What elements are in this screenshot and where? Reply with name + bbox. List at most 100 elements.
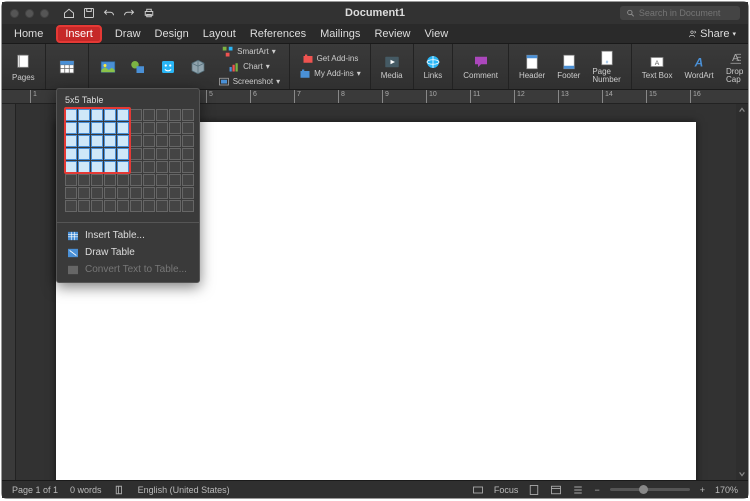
table-grid-cell[interactable]	[104, 187, 116, 199]
close-dot[interactable]	[10, 9, 19, 18]
wordart-button[interactable]: A WordArt	[680, 51, 717, 82]
table-grid-cell[interactable]	[130, 161, 142, 173]
table-grid-cell[interactable]	[143, 174, 155, 186]
table-grid-cell[interactable]	[78, 161, 90, 173]
table-grid-cell[interactable]	[182, 174, 194, 186]
table-grid-cell[interactable]	[117, 187, 129, 199]
table-grid-cell[interactable]	[65, 109, 77, 121]
table-grid-cell[interactable]	[169, 174, 181, 186]
print-icon[interactable]	[143, 7, 155, 19]
table-grid-cell[interactable]	[156, 174, 168, 186]
tab-view[interactable]: View	[425, 28, 449, 40]
table-grid-cell[interactable]	[182, 148, 194, 160]
ruler-vertical[interactable]	[2, 104, 16, 480]
table-grid-cell[interactable]	[91, 187, 103, 199]
tab-review[interactable]: Review	[374, 28, 410, 40]
pages-button[interactable]: Pages	[8, 49, 39, 84]
table-grid-cell[interactable]	[169, 122, 181, 134]
table-grid-cell[interactable]	[130, 148, 142, 160]
table-grid-cell[interactable]	[156, 122, 168, 134]
page-number-button[interactable]: # Page Number	[588, 47, 624, 86]
view-print-icon[interactable]	[528, 484, 540, 496]
table-grid-cell[interactable]	[156, 109, 168, 121]
share-button[interactable]: Share ▾	[687, 28, 736, 40]
table-grid-cell[interactable]	[143, 148, 155, 160]
my-addins-button[interactable]: My Add-ins▾	[296, 67, 364, 81]
search-box[interactable]	[620, 6, 740, 20]
table-grid-cell[interactable]	[78, 187, 90, 199]
table-grid-cell[interactable]	[130, 200, 142, 212]
table-grid-cell[interactable]	[130, 109, 142, 121]
table-grid-cell[interactable]	[143, 109, 155, 121]
table-grid-cell[interactable]	[169, 161, 181, 173]
zoom-slider[interactable]	[610, 488, 690, 491]
smartart-button[interactable]: SmartArt▾	[215, 45, 283, 59]
tab-draw[interactable]: Draw	[115, 28, 141, 40]
table-grid-cell[interactable]	[91, 135, 103, 147]
focus-label[interactable]: Focus	[494, 485, 519, 495]
table-grid-cell[interactable]	[104, 148, 116, 160]
table-grid-cell[interactable]	[169, 148, 181, 160]
table-grid-cell[interactable]	[117, 135, 129, 147]
focus-icon[interactable]	[472, 484, 484, 496]
tab-home[interactable]: Home	[14, 28, 43, 40]
screenshot-button[interactable]: Screenshot▾	[215, 75, 283, 89]
table-grid-cell[interactable]	[78, 174, 90, 186]
zoom-dot[interactable]	[40, 9, 49, 18]
chart-button[interactable]: Chart▾	[215, 60, 283, 74]
table-grid-cell[interactable]	[169, 200, 181, 212]
table-grid-cell[interactable]	[91, 161, 103, 173]
scroll-up-icon[interactable]	[738, 106, 746, 114]
undo-icon[interactable]	[103, 7, 115, 19]
table-grid-cell[interactable]	[143, 122, 155, 134]
scroll-down-icon[interactable]	[738, 470, 746, 478]
zoom-value[interactable]: 170%	[715, 485, 738, 495]
search-input[interactable]	[639, 8, 734, 18]
table-grid-cell[interactable]	[156, 200, 168, 212]
header-button[interactable]: Header	[515, 51, 549, 82]
table-grid-cell[interactable]	[117, 161, 129, 173]
view-outline-icon[interactable]	[572, 484, 584, 496]
tab-mailings[interactable]: Mailings	[320, 28, 360, 40]
table-grid-cell[interactable]	[156, 135, 168, 147]
draw-table-item[interactable]: Draw Table	[57, 244, 199, 261]
get-addins-button[interactable]: Get Add-ins	[296, 52, 364, 66]
save-icon[interactable]	[83, 7, 95, 19]
minimize-dot[interactable]	[25, 9, 34, 18]
insert-table-item[interactable]: Insert Table...	[57, 227, 199, 244]
tab-layout[interactable]: Layout	[203, 28, 236, 40]
media-button[interactable]: Media	[377, 51, 407, 82]
table-grid-cell[interactable]	[117, 148, 129, 160]
comment-button[interactable]: Comment	[459, 51, 502, 82]
table-grid-cell[interactable]	[169, 135, 181, 147]
tab-design[interactable]: Design	[155, 28, 189, 40]
zoom-out[interactable]: −	[594, 485, 599, 495]
view-web-icon[interactable]	[550, 484, 562, 496]
table-grid-cell[interactable]	[182, 161, 194, 173]
table-grid-cell[interactable]	[91, 148, 103, 160]
tab-references[interactable]: References	[250, 28, 306, 40]
table-grid-cell[interactable]	[143, 187, 155, 199]
home-icon[interactable]	[63, 7, 75, 19]
table-grid-cell[interactable]	[143, 161, 155, 173]
table-grid-cell[interactable]	[143, 135, 155, 147]
table-grid-cell[interactable]	[104, 174, 116, 186]
table-grid-picker[interactable]	[57, 109, 199, 218]
table-grid-cell[interactable]	[65, 161, 77, 173]
table-grid-cell[interactable]	[130, 174, 142, 186]
table-grid-cell[interactable]	[156, 161, 168, 173]
table-grid-cell[interactable]	[130, 187, 142, 199]
table-grid-cell[interactable]	[104, 122, 116, 134]
table-grid-cell[interactable]	[91, 200, 103, 212]
table-grid-cell[interactable]	[91, 122, 103, 134]
table-grid-cell[interactable]	[104, 200, 116, 212]
table-grid-cell[interactable]	[65, 200, 77, 212]
table-grid-cell[interactable]	[65, 135, 77, 147]
status-page[interactable]: Page 1 of 1	[12, 485, 58, 495]
drop-cap-button[interactable]: A Drop Cap	[722, 47, 748, 86]
shapes-button[interactable]	[125, 56, 151, 78]
footer-button[interactable]: Footer	[553, 51, 584, 82]
scrollbar-vertical[interactable]	[736, 104, 748, 480]
tab-insert[interactable]: Insert	[57, 26, 101, 42]
zoom-knob[interactable]	[639, 485, 648, 494]
